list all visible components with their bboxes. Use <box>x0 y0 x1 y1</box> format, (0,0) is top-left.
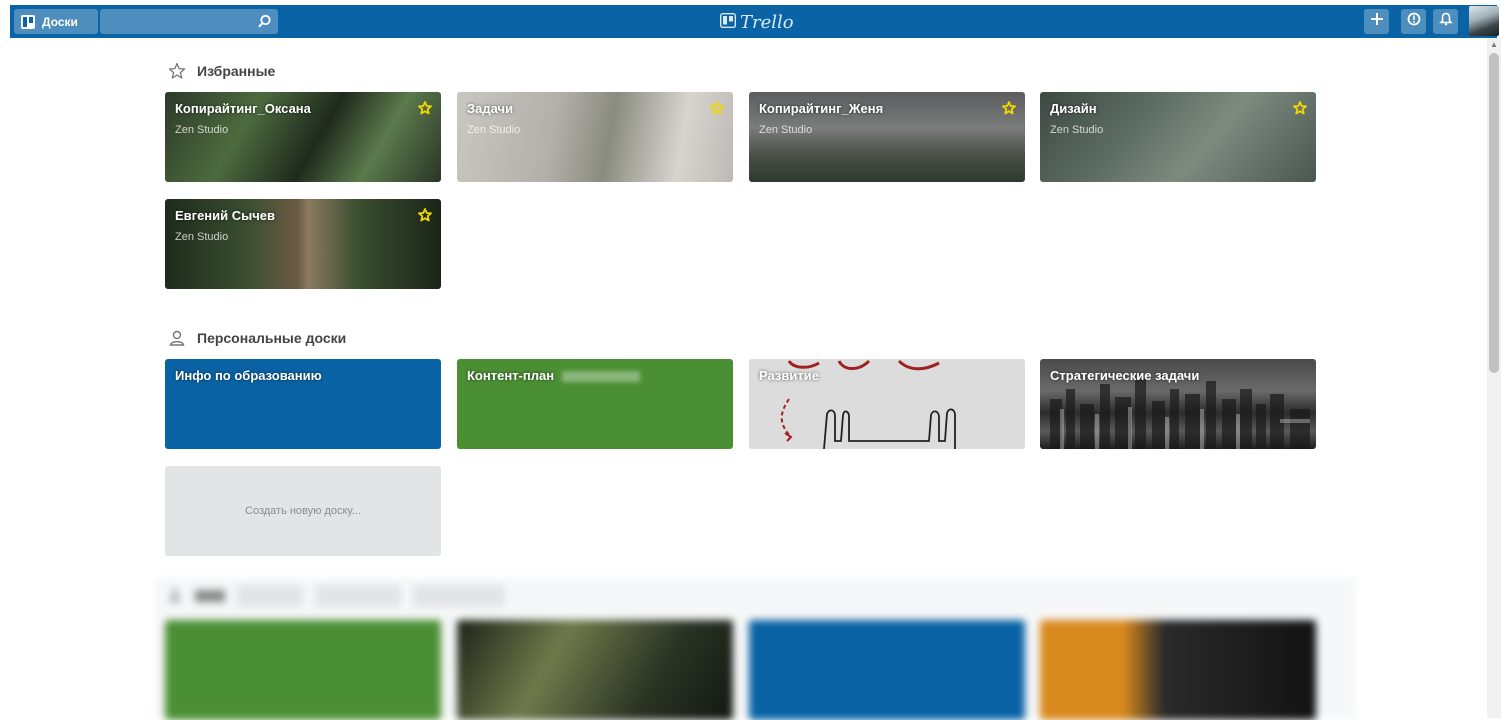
favorites-header: Избранные <box>167 61 275 81</box>
plus-icon <box>1370 12 1384 31</box>
board-tile[interactable]: Инфо по образованию <box>165 359 441 449</box>
notifications-button[interactable] <box>1433 9 1458 34</box>
board-tile[interactable]: Задачи Zen Studio <box>457 92 733 182</box>
blurred-board-tile[interactable] <box>749 620 1025 720</box>
boards-button[interactable]: Доски <box>14 9 98 34</box>
board-tile[interactable]: Евгений Сычев Zen Studio <box>165 199 441 289</box>
star-outline-icon <box>167 61 187 81</box>
board-title: Копирайтинг_Оксана <box>175 101 311 116</box>
blurred-board-tile[interactable] <box>457 620 733 720</box>
bell-icon <box>1438 12 1453 31</box>
team-icon <box>167 587 183 606</box>
user-avatar[interactable] <box>1469 6 1499 36</box>
search-icon[interactable] <box>257 14 272 29</box>
board-tile[interactable]: Развитие <box>749 359 1025 449</box>
star-icon[interactable] <box>1293 101 1307 115</box>
trello-logo-icon <box>719 12 737 33</box>
boards-icon <box>21 14 36 29</box>
redacted-text <box>562 371 641 383</box>
trello-logo[interactable]: Trello <box>719 11 794 33</box>
board-tile[interactable]: Дизайн Zen Studio <box>1040 92 1316 182</box>
board-title-text: Контент-план <box>467 368 555 383</box>
blurred-team-section <box>155 578 1355 720</box>
board-title: Задачи <box>467 101 514 116</box>
create-board-button[interactable]: Создать новую доску... <box>165 466 441 556</box>
board-title: Инфо по образованию <box>175 368 322 383</box>
info-button[interactable] <box>1401 9 1426 34</box>
board-org: Zen Studio <box>175 124 229 136</box>
blurred-team-header <box>167 585 505 607</box>
board-title: Дизайн <box>1050 101 1097 116</box>
star-icon[interactable] <box>1002 101 1016 115</box>
board-title: Евгений Сычев <box>175 208 276 223</box>
scroll-up-arrow-icon[interactable]: ▲ <box>1487 40 1501 50</box>
trello-logo-text: Trello <box>740 11 794 33</box>
personal-boards-title: Персональные доски <box>197 330 347 346</box>
board-title: Контент-план <box>467 368 723 384</box>
person-icon <box>167 328 187 348</box>
board-title: Стратегические задачи <box>1050 368 1200 383</box>
blurred-board-tile[interactable] <box>165 620 441 720</box>
board-title: Копирайтинг_Женя <box>759 101 884 116</box>
board-org: Zen Studio <box>759 124 813 136</box>
blurred-team-name <box>195 590 225 602</box>
star-icon[interactable] <box>418 101 432 115</box>
board-org: Zen Studio <box>467 124 521 136</box>
favorites-title: Избранные <box>197 63 276 79</box>
board-title: Развитие <box>759 368 819 383</box>
board-tile[interactable]: Стратегические задачи <box>1040 359 1316 449</box>
blurred-team-tab[interactable] <box>237 585 303 607</box>
blurred-board-tile[interactable] <box>1040 620 1316 720</box>
search-input[interactable] <box>100 9 260 36</box>
board-org: Zen Studio <box>1050 124 1104 136</box>
board-tile[interactable]: Контент-план <box>457 359 733 449</box>
scroll-thumb[interactable] <box>1489 53 1499 373</box>
boards-label: Доски <box>42 14 78 29</box>
personal-boards-header: Персональные доски <box>167 328 346 348</box>
create-board-label: Создать новую доску... <box>245 505 361 517</box>
board-org: Zen Studio <box>175 231 229 243</box>
blurred-team-tab[interactable] <box>315 585 401 607</box>
add-button[interactable] <box>1364 9 1389 34</box>
board-tile[interactable]: Копирайтинг_Женя Zen Studio <box>749 92 1025 182</box>
search-box[interactable] <box>100 9 278 36</box>
top-bar: Доски Trello <box>10 5 1499 38</box>
page-scrollbar[interactable]: ▲ <box>1487 38 1501 718</box>
star-icon[interactable] <box>710 101 724 115</box>
star-icon[interactable] <box>418 208 432 222</box>
blurred-team-tab[interactable] <box>413 585 505 607</box>
board-tile[interactable]: Копирайтинг_Оксана Zen Studio <box>165 92 441 182</box>
info-icon <box>1407 12 1421 31</box>
